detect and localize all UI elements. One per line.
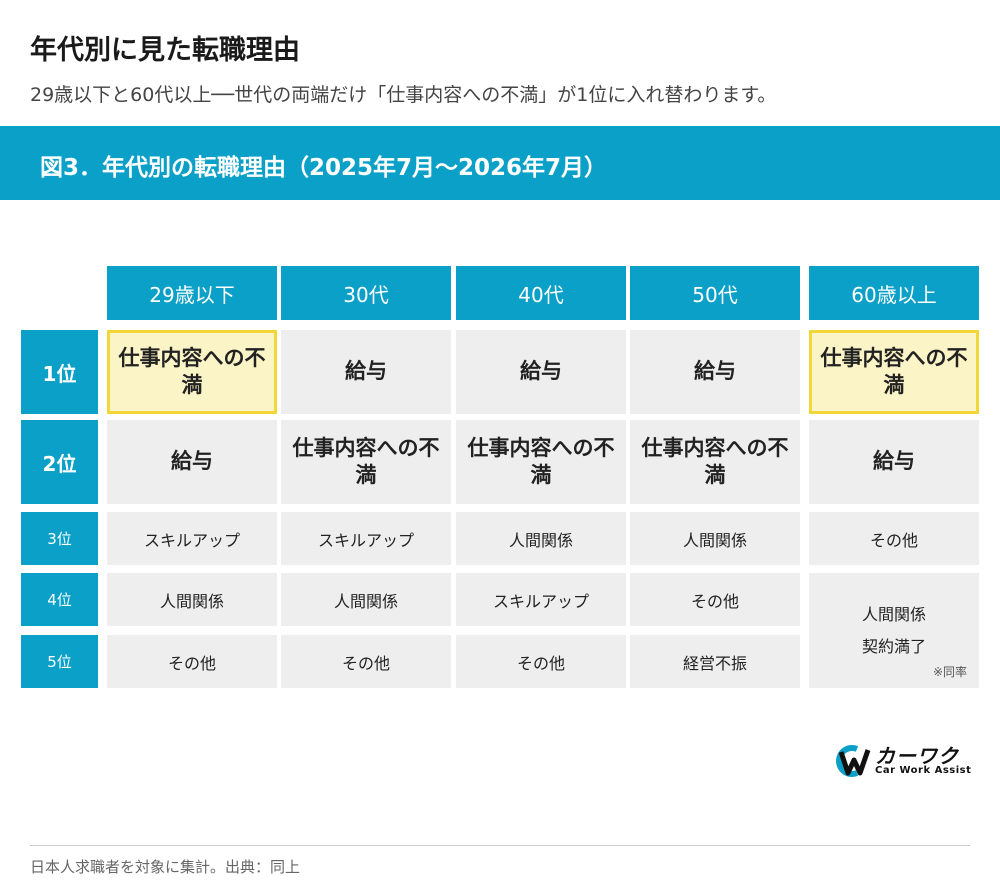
cell-text: 経営不振	[682, 653, 747, 673]
brand-logo: カーワク Car Work Assist	[833, 742, 971, 782]
cell-text: その他	[516, 653, 565, 673]
cell-text: その他	[869, 530, 918, 550]
table-cell: 給与	[281, 330, 451, 414]
table-cell: 仕事内容への不満	[281, 420, 451, 504]
cell-text: 仕事内容への不満	[467, 435, 615, 487]
cell-text: スキルアップ	[143, 530, 240, 550]
cell-text: その他	[690, 591, 739, 611]
tie-note: ※同率	[932, 665, 967, 679]
cell-text: その他	[167, 653, 216, 673]
table-cell: スキルアップ	[107, 512, 277, 565]
cell-text: 仕事内容への不満	[292, 435, 440, 487]
cell-text: 人間関係	[861, 604, 926, 624]
table-cell: その他	[809, 512, 979, 565]
rank-label: 2位	[21, 420, 98, 504]
rank-label: 5位	[21, 635, 98, 688]
table-cell: 仕事内容への不満	[630, 420, 800, 504]
column-header: 60歳以上	[809, 266, 979, 320]
table-cell: 人間関係	[456, 512, 626, 565]
cell-text: 人間関係	[508, 530, 573, 550]
cell-text: 仕事内容への不満	[641, 435, 789, 487]
table-cell: 給与	[630, 330, 800, 414]
page-subtitle: 29歳以下と60代以上──世代の両端だけ「仕事内容への不満」が1位に入れ替わりま…	[30, 84, 777, 106]
table-cell: 給与	[456, 330, 626, 414]
table-cell: 人間関係	[630, 512, 800, 565]
cw-logo-icon	[836, 745, 871, 777]
cell-text: スキルアップ	[317, 530, 414, 550]
cell-text: 給与	[520, 359, 562, 384]
tied-items: 人間関係 契約満了	[862, 599, 926, 663]
table-cell: 仕事内容への不満	[456, 420, 626, 504]
column-header: 30代	[281, 266, 451, 320]
cell-text: 給与	[171, 449, 213, 474]
column-header: 29歳以下	[107, 266, 277, 320]
cell-text: 仕事内容への不満	[118, 345, 266, 397]
figure-banner: 図3．年代別の転職理由（2025年7月〜2026年7月）	[0, 126, 1000, 200]
table-cell: 給与	[809, 420, 979, 504]
table-cell: 経営不振	[630, 635, 800, 688]
table-cell: 人間関係	[281, 573, 451, 626]
cell-text: 人間関係	[682, 530, 747, 550]
rank-label: 1位	[21, 330, 98, 414]
table-cell: スキルアップ	[456, 573, 626, 626]
cell-text: 給与	[345, 359, 387, 384]
footer-note: 日本人求職者を対象に集計。出典：同上	[30, 858, 301, 876]
table-cell: その他	[281, 635, 451, 688]
cell-text: スキルアップ	[492, 591, 589, 611]
table-cell: 仕事内容への不満	[809, 330, 979, 414]
logo-text-en: Car Work Assist	[875, 765, 972, 776]
table-cell: その他	[630, 573, 800, 626]
cell-text: その他	[341, 653, 390, 673]
table-cell: その他	[456, 635, 626, 688]
footer-divider	[30, 845, 970, 846]
table-cell: 仕事内容への不満	[107, 330, 277, 414]
cell-text: 仕事内容への不満	[820, 345, 968, 397]
table-cell: その他	[107, 635, 277, 688]
table-cell: 人間関係	[107, 573, 277, 626]
table-cell: スキルアップ	[281, 512, 451, 565]
cell-text: 人間関係	[159, 591, 224, 611]
rank-label: 3位	[21, 512, 98, 565]
rank-label: 4位	[21, 573, 98, 626]
cell-text: 契約満了	[861, 636, 926, 656]
cell-text: 給与	[873, 449, 915, 474]
figure-title: 図3．年代別の転職理由（2025年7月〜2026年7月）	[40, 155, 608, 181]
column-header: 40代	[456, 266, 626, 320]
page-title: 年代別に見た転職理由	[30, 35, 300, 66]
cell-text: 給与	[694, 359, 736, 384]
table-cell: 給与	[107, 420, 277, 504]
column-header: 50代	[630, 266, 800, 320]
table-cell-tied: 人間関係契約満了 ※同率	[809, 573, 979, 688]
cell-text: 人間関係	[333, 591, 398, 611]
